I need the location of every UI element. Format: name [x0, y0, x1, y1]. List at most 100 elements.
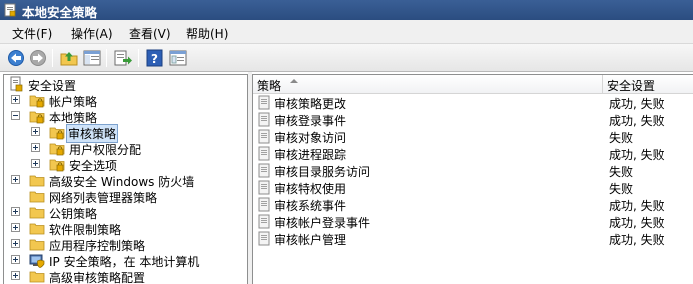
policy-icon [258, 112, 270, 127]
tree-item-audit-policy[interactable]: 审核策略 [4, 124, 247, 143]
menu-file[interactable]: 文件(F) [12, 25, 52, 42]
policy-list-pane[interactable]: 策略 安全设置 审核策略更改 成功, 失败 审核登录事件 成功, 失败 审核对象… [252, 74, 693, 284]
policy-icon [258, 146, 270, 161]
policy-name: 审核策略更改 [274, 97, 347, 111]
folder-icon [29, 191, 45, 203]
tree-item-ip-security[interactable]: IP 安全策略，在 本地计算机 [4, 252, 247, 269]
ip-security-icon [29, 254, 45, 268]
expand-icon[interactable] [31, 143, 40, 152]
expand-icon[interactable] [11, 223, 20, 232]
tree-item-security-settings[interactable]: 安全设置 [4, 76, 247, 93]
properties-icon[interactable] [167, 48, 189, 68]
window-title: 本地安全策略 [22, 5, 98, 20]
folder-lock-icon [49, 159, 65, 172]
policy-icon [258, 231, 270, 246]
expand-icon[interactable] [11, 175, 20, 184]
table-row[interactable]: 审核系统事件 成功, 失败 [253, 196, 693, 213]
policy-name: 审核系统事件 [274, 199, 347, 213]
column-header-policy[interactable]: 策略 [253, 75, 603, 94]
policy-name: 审核帐户登录事件 [274, 216, 371, 230]
tree-item-advanced-audit[interactable]: 高级审核策略配置 [4, 268, 247, 284]
policy-icon [258, 214, 270, 229]
show-hide-tree-icon[interactable] [81, 48, 103, 68]
tree-item-user-rights-assignment[interactable]: 用户权限分配 [4, 140, 247, 157]
menu-view[interactable]: 查看(V) [129, 25, 171, 42]
expand-icon[interactable] [11, 271, 20, 280]
collapse-icon[interactable] [11, 111, 20, 120]
policy-setting: 成功, 失败 [609, 233, 665, 247]
security-policy-icon [4, 3, 16, 17]
table-row[interactable]: 审核帐户管理 成功, 失败 [253, 230, 693, 247]
policy-setting: 失败 [609, 182, 634, 196]
policy-setting: 成功, 失败 [609, 97, 665, 111]
menu-help[interactable]: 帮助(H) [186, 25, 228, 42]
toolbar-separator [52, 49, 53, 67]
table-row[interactable]: 审核帐户登录事件 成功, 失败 [253, 213, 693, 230]
expand-icon[interactable] [11, 239, 20, 248]
policy-name: 审核登录事件 [274, 114, 347, 128]
export-list-icon[interactable] [112, 48, 134, 68]
svg-text:?: ? [151, 52, 158, 66]
policy-name: 审核特权使用 [274, 182, 347, 196]
toolbar-separator [138, 49, 139, 67]
folder-lock-icon [49, 143, 65, 156]
table-row[interactable]: 审核对象访问 失败 [253, 128, 693, 145]
policy-setting: 成功, 失败 [609, 114, 665, 128]
expand-icon[interactable] [31, 159, 40, 168]
column-header-label: 策略 [257, 79, 282, 93]
folder-icon [29, 223, 45, 235]
policy-setting: 失败 [609, 131, 634, 145]
folder-lock-icon [49, 127, 65, 140]
policy-name: 审核进程跟踪 [274, 148, 347, 162]
table-row[interactable]: 审核目录服务访问 失败 [253, 162, 693, 179]
column-header-label: 安全设置 [607, 79, 656, 93]
title-bar[interactable]: 本地安全策略 [0, 0, 693, 20]
forward-icon[interactable] [27, 48, 49, 68]
tree-item-network-list-manager[interactable]: 网络列表管理器策略 [4, 188, 247, 205]
folder-icon [29, 207, 45, 219]
tree-item-app-control[interactable]: 应用程序控制策略 [4, 236, 247, 253]
toolbar-separator [106, 49, 107, 67]
expand-icon[interactable] [31, 127, 40, 136]
column-header-security-setting[interactable]: 安全设置 [603, 75, 693, 94]
policy-name: 审核目录服务访问 [274, 165, 371, 179]
table-row[interactable]: 审核策略更改 成功, 失败 [253, 94, 693, 111]
table-row[interactable]: 审核登录事件 成功, 失败 [253, 111, 693, 128]
folder-lock-icon [29, 95, 45, 108]
policy-setting: 成功, 失败 [609, 199, 665, 213]
policy-icon [258, 197, 270, 212]
tree-pane[interactable]: 安全设置 帐户策略 本地策略 审核策略 用户权限分配 安全选项 高级安全 Win… [3, 74, 248, 284]
policy-setting: 失败 [609, 165, 634, 179]
policy-setting: 成功, 失败 [609, 216, 665, 230]
policy-icon [258, 129, 270, 144]
folder-icon [29, 271, 45, 283]
tree-item-label: 高级审核策略配置 [49, 271, 146, 284]
expand-icon[interactable] [11, 95, 20, 104]
table-row[interactable]: 审核进程跟踪 成功, 失败 [253, 145, 693, 162]
policy-icon [258, 180, 270, 195]
tree-item-account-policies[interactable]: 帐户策略 [4, 92, 247, 109]
help-icon[interactable]: ? [144, 48, 166, 68]
back-icon[interactable] [5, 48, 27, 68]
policy-icon [258, 95, 270, 110]
tree-item-public-key-policies[interactable]: 公钥策略 [4, 204, 247, 221]
policy-name: 审核对象访问 [274, 131, 347, 145]
table-row[interactable]: 审核特权使用 失败 [253, 179, 693, 196]
security-settings-icon [10, 76, 23, 92]
toolbar: ? [0, 44, 693, 72]
folder-icon [29, 175, 45, 187]
tree-item-security-options[interactable]: 安全选项 [4, 156, 247, 173]
policy-setting: 成功, 失败 [609, 148, 665, 162]
expand-icon[interactable] [11, 207, 20, 216]
menu-action[interactable]: 操作(A) [71, 25, 113, 42]
policy-name: 审核帐户管理 [274, 233, 347, 247]
tree-item-local-policies[interactable]: 本地策略 [4, 108, 247, 125]
policy-icon [258, 163, 270, 178]
menu-bar: 文件(F) 操作(A) 查看(V) 帮助(H) [0, 20, 693, 44]
up-folder-icon[interactable] [58, 48, 80, 68]
tree-item-software-restriction[interactable]: 软件限制策略 [4, 220, 247, 237]
expand-icon[interactable] [11, 255, 20, 264]
sort-ascending-icon [290, 79, 298, 83]
folder-lock-icon [29, 111, 45, 124]
tree-item-windows-firewall[interactable]: 高级安全 Windows 防火墙 [4, 172, 247, 189]
